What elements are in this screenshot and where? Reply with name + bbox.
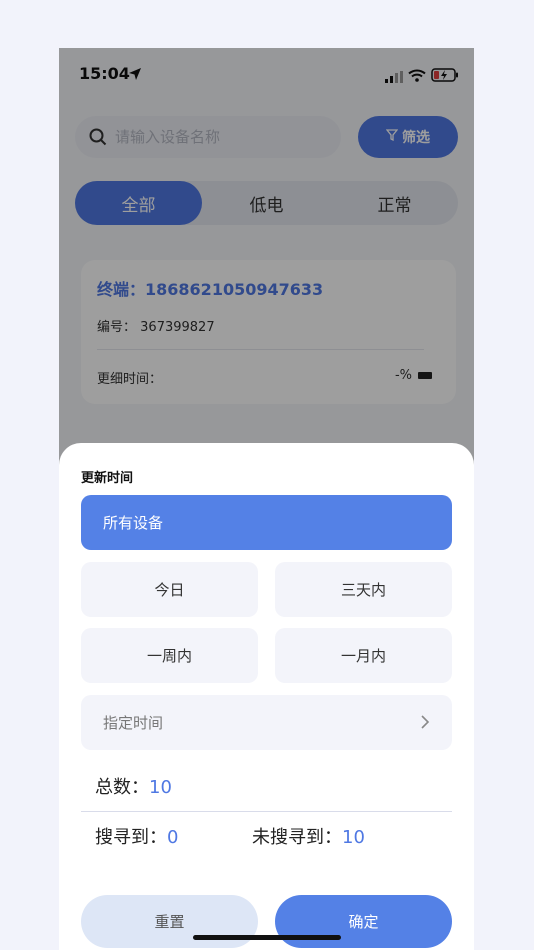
sheet-title: 更新时间 (81, 471, 134, 486)
total-value: 10 (149, 777, 172, 798)
reset-button[interactable]: 重置 (81, 895, 258, 948)
home-indicator[interactable] (193, 935, 341, 940)
custom-time-label: 指定时间 (103, 714, 164, 732)
filter-sheet: 更新时间 所有设备 今日 三天内 一周内 一月内 指定时间 总数：10 搜寻到：… (59, 443, 474, 950)
option-week[interactable]: 一周内 (81, 628, 258, 683)
not-found-label: 未搜寻到： (252, 827, 342, 848)
phone-screen: 15:04 筛选 全部 低电 正常 终端：186862105 (59, 48, 474, 950)
total-count: 总数：10 (95, 773, 172, 799)
found-count: 搜寻到：0 (95, 823, 178, 849)
option-today[interactable]: 今日 (81, 562, 258, 617)
option-month[interactable]: 一月内 (275, 628, 452, 683)
not-found-value: 10 (342, 827, 365, 848)
option-three-days[interactable]: 三天内 (275, 562, 452, 617)
sheet-divider (81, 811, 452, 812)
total-label: 总数： (95, 777, 149, 798)
found-value: 0 (167, 827, 179, 848)
option-all-devices[interactable]: 所有设备 (81, 495, 452, 550)
not-found-count: 未搜寻到：10 (252, 823, 365, 849)
option-custom-time[interactable]: 指定时间 (81, 695, 452, 750)
found-label: 搜寻到： (95, 827, 167, 848)
chevron-right-icon (420, 714, 430, 734)
confirm-button[interactable]: 确定 (275, 895, 452, 948)
